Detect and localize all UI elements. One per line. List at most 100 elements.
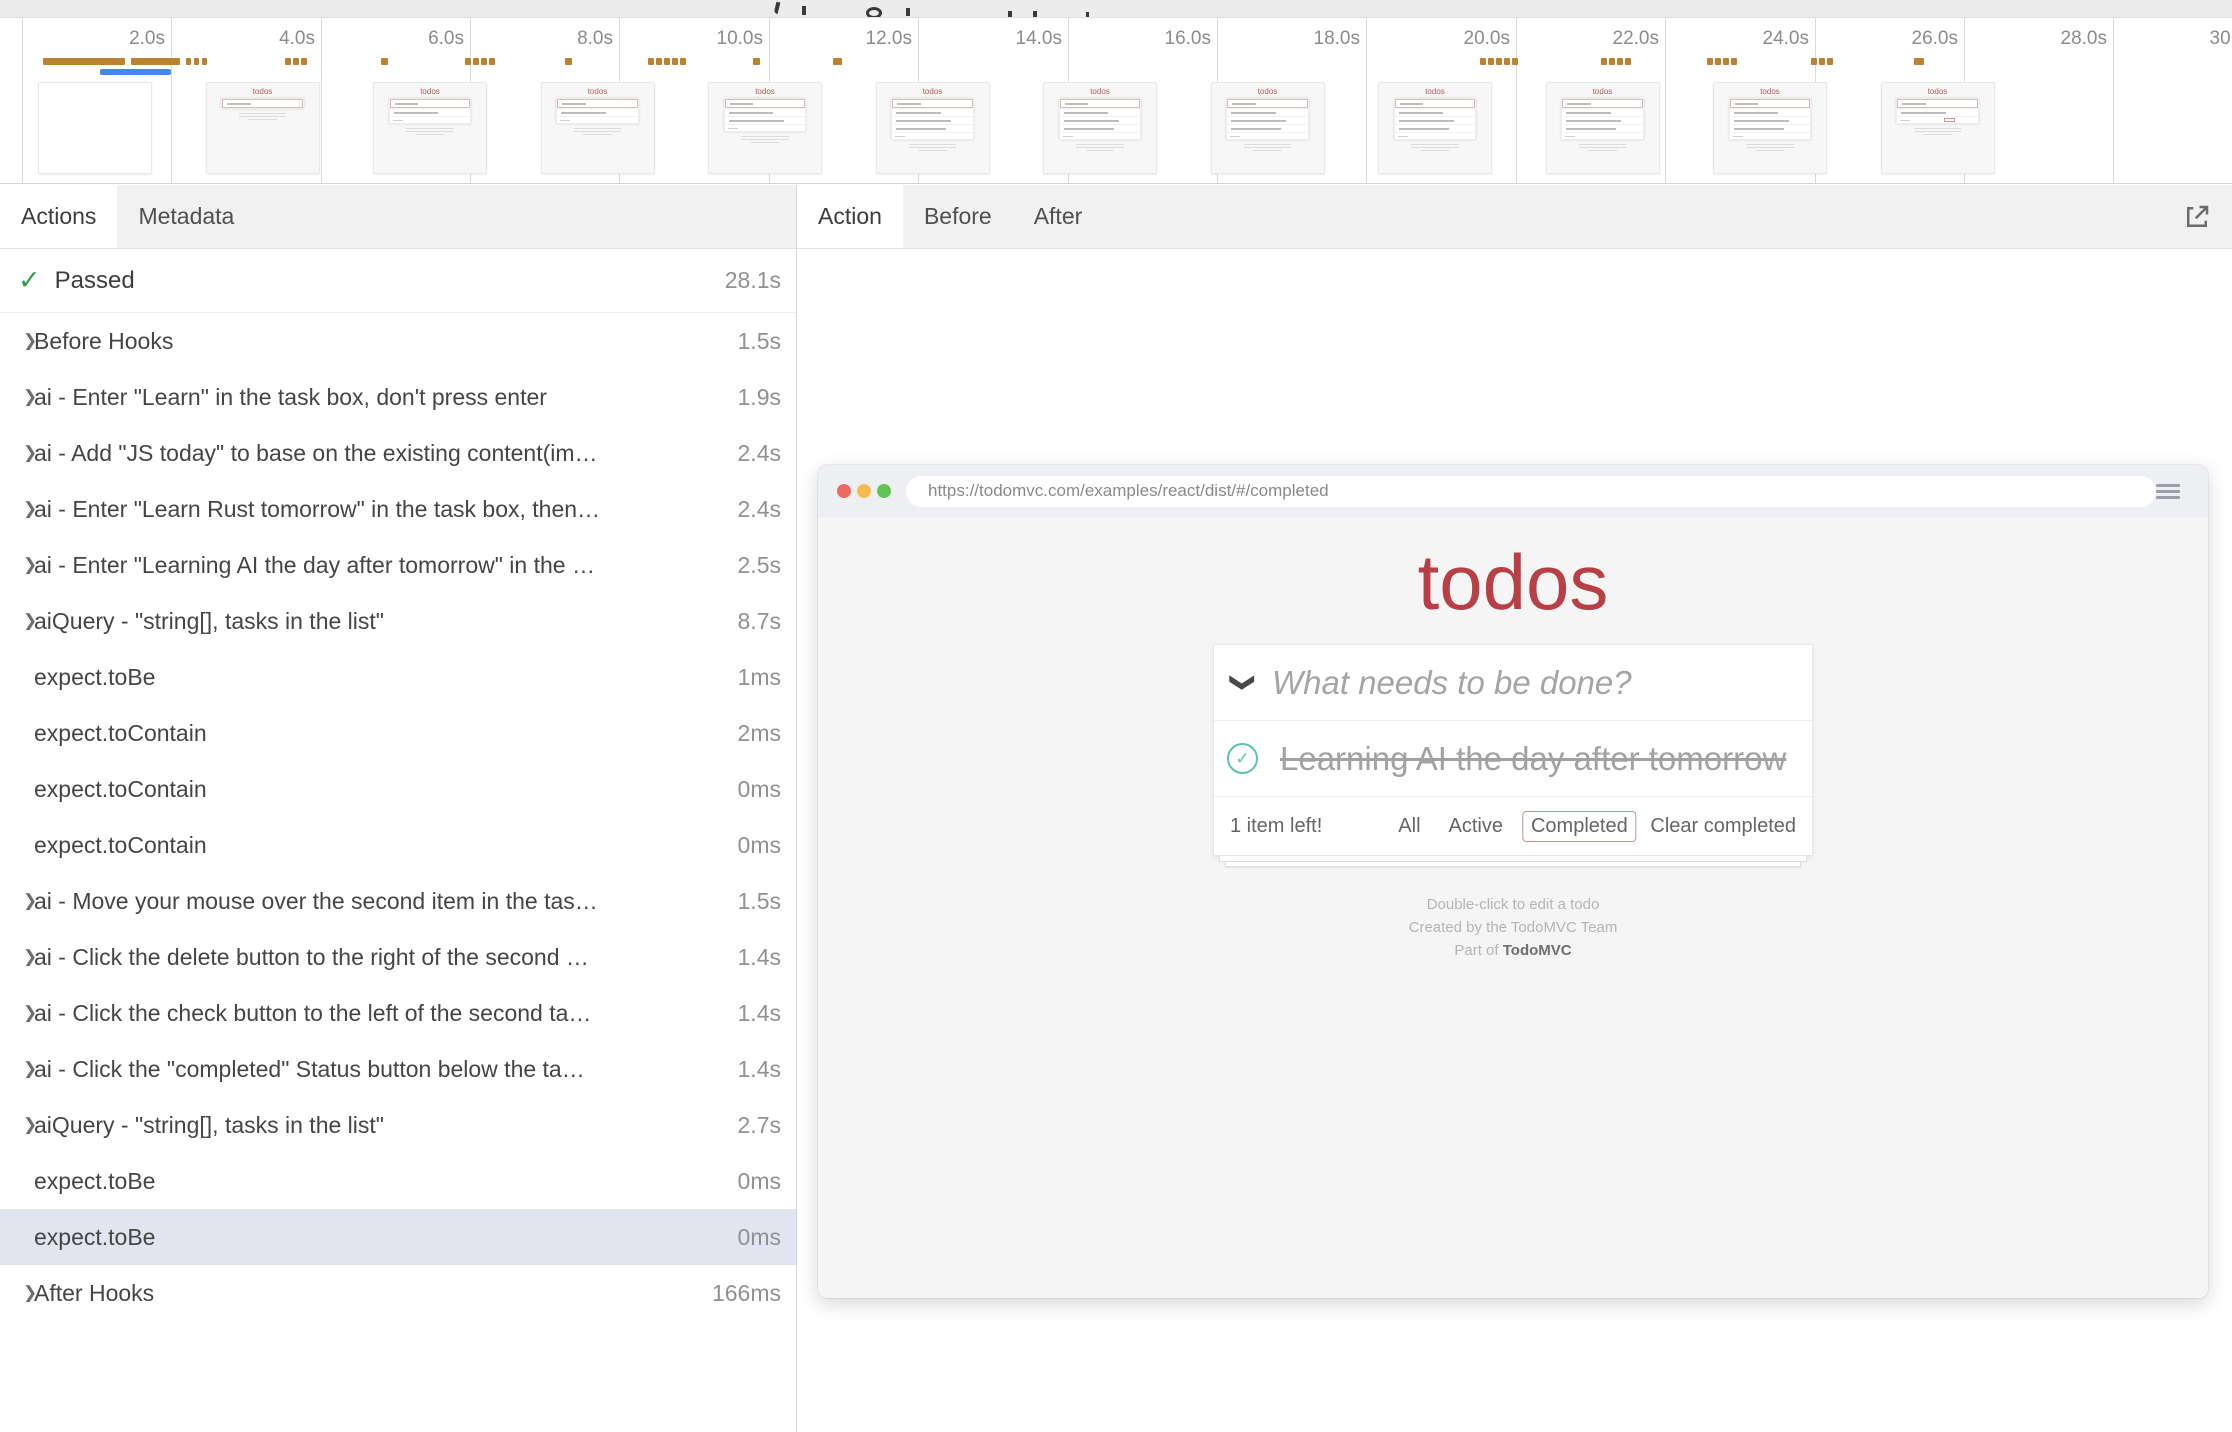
selected-range-bar	[100, 69, 171, 75]
expand-chevron-icon[interactable]: ❯	[0, 1115, 34, 1135]
actions-tabbar: ActionsMetadata	[0, 185, 796, 249]
action-activity-tick	[648, 58, 654, 65]
timeline-label: 24.0s	[1763, 28, 1815, 50]
action-row[interactable]: ❯ai - Add "JS today" to base on the exis…	[0, 425, 796, 481]
expand-chevron-icon[interactable]: ❯	[0, 555, 34, 575]
expand-chevron-icon[interactable]: ❯	[0, 331, 34, 351]
expand-chevron-icon[interactable]: ❯	[0, 891, 34, 911]
filter-active[interactable]: Active	[1440, 811, 1512, 842]
action-row-label: ai - Click the delete button to the righ…	[34, 944, 738, 971]
main-split: ActionsMetadata ✓ Passed 28.1s ❯Before H…	[0, 185, 2232, 1432]
action-row[interactable]: expect.toBe1ms	[0, 649, 796, 705]
filmstrip-thumbnail[interactable]: todos	[876, 82, 990, 174]
action-row-label: ai - Move your mouse over the second ite…	[34, 888, 738, 915]
traffic-light-zoom-icon	[877, 484, 891, 498]
todo-item[interactable]: ✓ Learning AI the day after tomorrow	[1214, 721, 1812, 797]
filter-completed[interactable]: Completed	[1522, 811, 1637, 842]
menu-icon[interactable]	[2156, 481, 2180, 502]
timeline-gridline	[1516, 18, 1517, 183]
timeline-label: 20.0s	[1464, 28, 1516, 50]
thumbnail-todos-title: todos	[374, 88, 486, 96]
timeline-label: 18.0s	[1314, 28, 1366, 50]
action-row[interactable]: ❯aiQuery - "string[], tasks in the list"…	[0, 593, 796, 649]
detail-tab-before[interactable]: Before	[903, 185, 1013, 248]
timeline-label: 22.0s	[1613, 28, 1665, 50]
expand-chevron-icon[interactable]: ❯	[0, 499, 34, 519]
open-external-icon[interactable]	[2180, 200, 2214, 234]
expand-chevron-icon[interactable]: ❯	[0, 947, 34, 967]
action-row[interactable]: ❯ai - Click the delete button to the rig…	[0, 929, 796, 985]
info-line: Part of TodoMVC	[818, 939, 2208, 962]
action-row-duration: 1ms	[738, 664, 796, 691]
thumbnail-todos-title: todos	[709, 88, 821, 96]
filmstrip-thumbnail[interactable]: todos	[1378, 82, 1492, 174]
action-row[interactable]: expect.toContain0ms	[0, 761, 796, 817]
filmstrip-thumbnail[interactable]: todos	[1211, 82, 1325, 174]
expand-chevron-icon[interactable]: ❯	[0, 1283, 34, 1303]
test-status-row[interactable]: ✓ Passed 28.1s	[0, 249, 796, 313]
expand-chevron-icon[interactable]: ❯	[0, 1003, 34, 1023]
action-row[interactable]: ❯aiQuery - "string[], tasks in the list"…	[0, 1097, 796, 1153]
clipped-title-fragment	[866, 7, 882, 18]
action-row[interactable]: ❯ai - Click the "completed" Status butto…	[0, 1041, 796, 1097]
new-todo-row: ❯ What needs to be done?	[1214, 645, 1812, 721]
expand-chevron-icon[interactable]: ❯	[0, 387, 34, 407]
action-activity-tick	[202, 58, 207, 65]
filmstrip-thumbnail[interactable]: todos	[541, 82, 655, 174]
clipped-title-fragment	[774, 2, 781, 15]
filmstrip-thumbnail[interactable]	[38, 82, 152, 174]
todo-toggle-check-icon[interactable]: ✓	[1227, 743, 1258, 774]
action-row-label: expect.toContain	[34, 776, 738, 803]
action-activity-tick	[285, 58, 291, 65]
action-row-label: aiQuery - "string[], tasks in the list"	[34, 608, 738, 635]
action-row-duration: 1.4s	[738, 1056, 796, 1083]
action-activity-tick	[664, 58, 670, 65]
clipped-title-fragment	[1086, 12, 1089, 17]
filmstrip-thumbnail[interactable]: todos	[206, 82, 320, 174]
action-row-label: After Hooks	[34, 1280, 712, 1307]
action-row[interactable]: expect.toContain2ms	[0, 705, 796, 761]
browser-chrome: https://todomvc.com/examples/react/dist/…	[818, 465, 2208, 517]
card-stack-decoration	[1225, 862, 1801, 867]
action-activity-tick	[672, 58, 678, 65]
action-activity-tick	[1707, 58, 1713, 65]
detail-tab-after[interactable]: After	[1013, 185, 1104, 248]
action-activity-tick	[1731, 58, 1737, 65]
clear-completed-button[interactable]: Clear completed	[1650, 815, 1796, 838]
action-row[interactable]: ❯After Hooks166ms	[0, 1265, 796, 1321]
action-row-label: expect.toBe	[34, 1224, 738, 1251]
action-row[interactable]: ❯ai - Enter "Learn" in the task box, don…	[0, 369, 796, 425]
action-activity-tick	[1609, 58, 1615, 65]
filmstrip-thumbnail[interactable]: todos	[1713, 82, 1827, 174]
address-bar[interactable]: https://todomvc.com/examples/react/dist/…	[906, 476, 2156, 507]
timeline[interactable]: 2.0s4.0s6.0s8.0s10.0s12.0s14.0s16.0s18.0…	[0, 18, 2232, 184]
filmstrip-thumbnail[interactable]: todos	[1546, 82, 1660, 174]
actions-tab-metadata[interactable]: Metadata	[117, 185, 255, 248]
filmstrip-thumbnail[interactable]: todos	[1881, 82, 1995, 174]
action-row[interactable]: expect.toContain0ms	[0, 817, 796, 873]
action-row-duration: 0ms	[738, 776, 796, 803]
timeline-gridline	[2113, 18, 2114, 183]
filter-all[interactable]: All	[1389, 811, 1429, 842]
new-todo-input[interactable]: What needs to be done?	[1272, 664, 1632, 702]
expand-chevron-icon[interactable]: ❯	[0, 443, 34, 463]
action-row[interactable]: ❯ai - Enter "Learn Rust tomorrow" in the…	[0, 481, 796, 537]
action-row[interactable]: ❯Before Hooks1.5s	[0, 313, 796, 369]
detail-tab-action[interactable]: Action	[797, 185, 903, 248]
filmstrip-thumbnail[interactable]: todos	[708, 82, 822, 174]
action-row[interactable]: expect.toBe0ms	[0, 1209, 796, 1265]
action-row[interactable]: expect.toBe0ms	[0, 1153, 796, 1209]
action-row-duration: 1.4s	[738, 1000, 796, 1027]
thumbnail-todos-title: todos	[1044, 88, 1156, 96]
toggle-all-chevron-icon[interactable]: ❯	[1214, 668, 1272, 697]
action-row[interactable]: ❯ai - Move your mouse over the second it…	[0, 873, 796, 929]
filmstrip-thumbnail[interactable]: todos	[373, 82, 487, 174]
actions-tab-actions[interactable]: Actions	[0, 185, 117, 248]
action-row[interactable]: ❯ai - Click the check button to the left…	[0, 985, 796, 1041]
filmstrip-thumbnail[interactable]: todos	[1043, 82, 1157, 174]
thumbnail-todos-title: todos	[1882, 88, 1994, 96]
expand-chevron-icon[interactable]: ❯	[0, 1059, 34, 1079]
action-row[interactable]: ❯ai - Enter "Learning AI the day after t…	[0, 537, 796, 593]
expand-chevron-icon[interactable]: ❯	[0, 611, 34, 631]
action-activity-tick	[381, 58, 388, 65]
